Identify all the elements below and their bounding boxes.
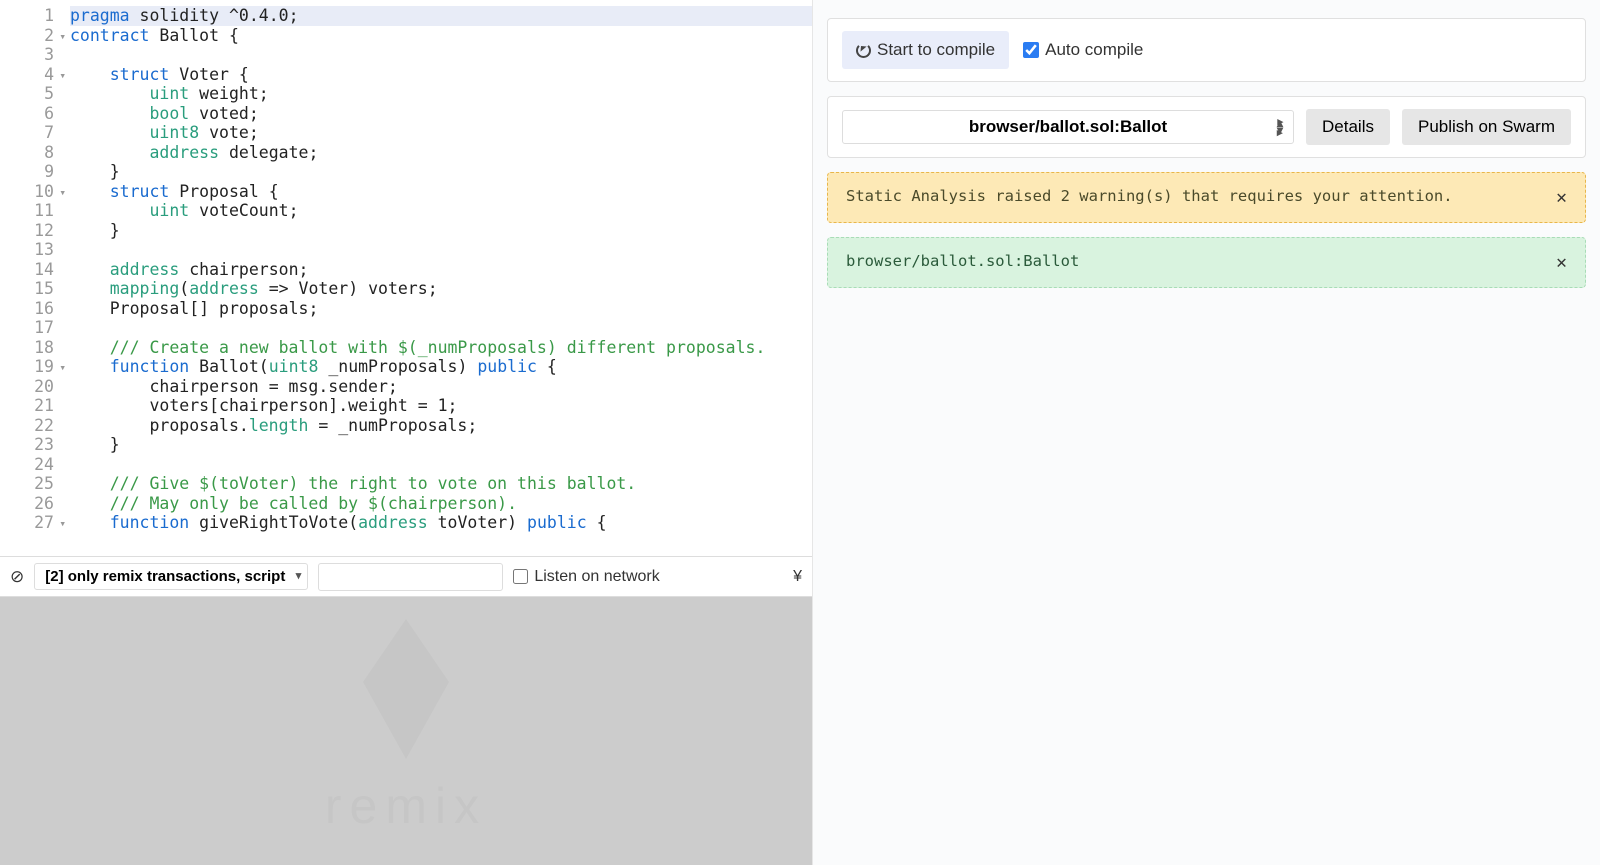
terminal-toolbar: ⊘ [2] only remix transactions, script Li…: [0, 557, 812, 597]
compile-controls: Start to compile Auto compile: [827, 18, 1586, 82]
console-input[interactable]: [318, 563, 503, 591]
contract-select-value: browser/ballot.sol:Ballot: [969, 117, 1167, 137]
contract-select[interactable]: browser/ballot.sol:Ballot ▴▾: [842, 110, 1294, 144]
success-text: browser/ballot.sol:Ballot: [846, 252, 1079, 270]
refresh-icon: [856, 43, 871, 58]
listen-toggle[interactable]: Listen on network: [513, 568, 659, 586]
auto-compile-checkbox[interactable]: [1023, 42, 1039, 58]
close-icon[interactable]: ✕: [1556, 187, 1567, 208]
listen-label: Listen on network: [534, 568, 659, 586]
editor-code[interactable]: pragma solidity ^0.4.0;contract Ballot {…: [62, 0, 812, 556]
static-analysis-warning[interactable]: Static Analysis raised 2 warning(s) that…: [827, 172, 1586, 223]
details-button[interactable]: Details: [1306, 109, 1390, 145]
compile-success[interactable]: browser/ballot.sol:Ballot ✕: [827, 237, 1586, 288]
contract-controls: browser/ballot.sol:Ballot ▴▾ Details Pub…: [827, 96, 1586, 158]
close-icon[interactable]: ✕: [1556, 252, 1567, 273]
warning-text: Static Analysis raised 2 warning(s) that…: [846, 187, 1453, 205]
editor-gutter: 1234567891011121314151617181920212223242…: [0, 0, 62, 556]
clear-console-icon[interactable]: ⊘: [10, 567, 24, 587]
compile-panel: Start to compile Auto compile browser/ba…: [812, 0, 1600, 865]
publish-swarm-button[interactable]: Publish on Swarm: [1402, 109, 1571, 145]
start-compile-button[interactable]: Start to compile: [842, 31, 1009, 69]
code-editor[interactable]: 1234567891011121314151617181920212223242…: [0, 0, 812, 557]
ethereum-logo-icon: [363, 619, 449, 759]
start-compile-label: Start to compile: [877, 40, 995, 60]
auto-compile-toggle[interactable]: Auto compile: [1023, 40, 1143, 60]
auto-compile-label: Auto compile: [1045, 40, 1143, 60]
remix-watermark: remix: [325, 777, 487, 835]
tx-filter-dropdown[interactable]: [2] only remix transactions, script: [34, 563, 308, 590]
listen-checkbox[interactable]: [513, 569, 528, 584]
terminal-body[interactable]: remix: [0, 597, 812, 865]
tx-filter-label: [2] only remix transactions, script: [45, 568, 285, 585]
collapse-terminal-icon[interactable]: ¥: [793, 568, 802, 586]
